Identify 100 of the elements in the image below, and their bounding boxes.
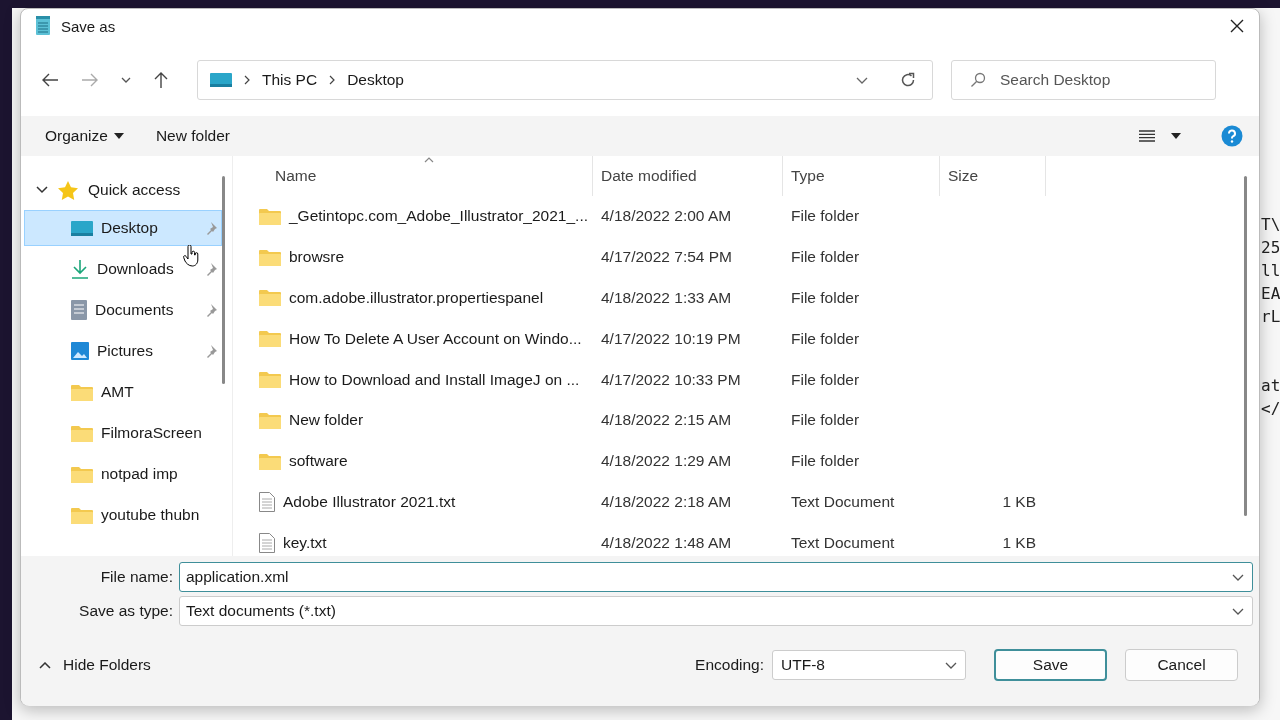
date-cell: 4/18/2022 2:18 AM [601, 492, 732, 510]
type-cell: File folder [791, 207, 860, 225]
sidebar-item[interactable]: AMT [24, 374, 222, 410]
type-cell: File folder [791, 370, 860, 388]
folder-icon [259, 330, 281, 348]
folder-icon [259, 289, 281, 307]
refresh-icon[interactable] [900, 72, 916, 88]
desktop-icon [71, 220, 93, 236]
view-list-icon[interactable] [1139, 130, 1155, 142]
file-name[interactable]: New folder [289, 411, 364, 430]
file-name-field[interactable]: application.xml [179, 562, 1253, 592]
date-cell: 4/18/2022 2:15 AM [601, 411, 732, 429]
folder-icon [71, 424, 93, 442]
download-icon [71, 259, 89, 279]
chevron-down-icon[interactable] [121, 77, 131, 83]
address-bar[interactable]: This PC Desktop [197, 60, 933, 100]
file-name[interactable]: com.adobe.illustrator.propertiespanel [289, 289, 544, 307]
file-name[interactable]: browsre [289, 248, 345, 267]
column-header[interactable]: Date modified [593, 156, 783, 196]
encoding-label: Encoding: [695, 656, 764, 674]
organize-button[interactable]: Organize [35, 123, 134, 149]
computer-icon [210, 73, 232, 87]
chevron-down-icon[interactable] [1232, 573, 1244, 581]
file-name[interactable]: _Getintopc.com_Adobe_Illustrator_2021_... [289, 207, 588, 226]
sidebar-item[interactable]: youtube thubn [24, 497, 222, 533]
size-cell: 1 KB [1002, 533, 1036, 551]
file-name-label: File name: [99, 568, 174, 586]
size-cell: 1 KB [1002, 492, 1036, 510]
up-arrow-icon[interactable] [153, 71, 169, 89]
code-text: at [1261, 376, 1280, 395]
chevron-right-icon [329, 75, 336, 85]
folder-icon [71, 465, 93, 483]
type-cell: Text Document [791, 533, 895, 551]
sidebar-item[interactable]: notpad imp [24, 456, 222, 492]
date-cell: 4/18/2022 1:48 AM [601, 533, 732, 551]
code-text: rL [1261, 307, 1280, 326]
column-header[interactable]: Type [783, 156, 940, 196]
sidebar-item[interactable]: Pictures [24, 333, 222, 369]
date-cell: 4/17/2022 7:54 PM [601, 248, 732, 266]
hide-folders-button[interactable]: Hide Folders [35, 652, 155, 678]
column-header[interactable]: Size [940, 156, 1046, 196]
type-cell: File folder [791, 289, 860, 306]
folder-icon [259, 371, 281, 389]
folder-icon [71, 383, 93, 401]
new-folder-button[interactable]: New folder [145, 123, 240, 149]
chevron-down-icon[interactable] [1232, 607, 1244, 615]
notepad-icon [35, 16, 51, 36]
save-as-type-dropdown[interactable]: Text documents (*.txt) [179, 596, 1253, 626]
date-cell: 4/17/2022 10:33 PM [601, 370, 741, 388]
type-cell: File folder [791, 452, 860, 470]
chevron-icon[interactable] [36, 186, 48, 194]
breadcrumb-item[interactable]: Desktop [347, 71, 404, 89]
folder-icon [259, 248, 281, 266]
sidebar-item[interactable]: Documents [24, 292, 222, 328]
file-name[interactable]: software [289, 452, 348, 471]
search-field[interactable]: Search Desktop [951, 60, 1216, 100]
type-cell: File folder [791, 329, 860, 347]
caret-icon[interactable] [1171, 133, 1181, 139]
column-header[interactable]: Name [233, 156, 593, 196]
code-text: ll [1261, 261, 1280, 280]
picture-icon [71, 342, 89, 360]
search-icon [970, 72, 986, 88]
file-name[interactable]: Adobe Illustrator 2021.txt [283, 492, 456, 511]
sidebar-item[interactable]: Downloads [24, 251, 222, 287]
type-cell: File folder [791, 248, 860, 266]
back-arrow-icon[interactable] [41, 72, 59, 88]
code-text: </ [1261, 399, 1280, 418]
folder-icon [71, 506, 93, 524]
file-name[interactable]: How To Delete A User Account on Windo... [289, 329, 582, 348]
type-cell: Text Document [791, 492, 895, 510]
save-as-type-label: Save as type: [78, 602, 174, 620]
date-cell: 4/18/2022 1:33 AM [601, 289, 732, 306]
star-icon [58, 180, 78, 200]
chevron-up-icon [39, 661, 51, 669]
date-cell: 4/18/2022 2:00 AM [601, 207, 732, 225]
sidebar-item[interactable]: Desktop [24, 210, 222, 246]
breadcrumb-item[interactable]: This PC [262, 71, 318, 89]
quick-access-label[interactable]: Quick access [88, 181, 181, 199]
save-button[interactable]: Save [994, 649, 1107, 681]
chevron-right-icon [244, 75, 250, 85]
date-cell: 4/17/2022 10:19 PM [601, 329, 741, 347]
folder-icon [259, 207, 281, 225]
date-cell: 4/18/2022 1:29 AM [601, 452, 732, 470]
cancel-button[interactable]: Cancel [1125, 649, 1238, 681]
code-text: 25 [1261, 238, 1280, 257]
folder-icon [259, 411, 281, 429]
encoding-dropdown[interactable]: UTF-8 [772, 650, 966, 680]
help-icon[interactable] [1221, 125, 1243, 147]
caret-icon [113, 133, 124, 139]
sidebar-item[interactable]: FilmoraScreen [24, 415, 222, 451]
folder-icon [259, 452, 281, 470]
close-icon[interactable] [1229, 18, 1245, 34]
hand-cursor-icon [183, 245, 199, 267]
document-icon [71, 300, 87, 320]
code-text: EA [1261, 284, 1280, 303]
file-name[interactable]: key.txt [283, 533, 327, 552]
text-file-icon [259, 532, 275, 553]
file-name[interactable]: How to Download and Install ImageJ on ... [289, 370, 580, 389]
window-title: Save as [61, 17, 116, 35]
chevron-down-icon[interactable] [856, 76, 868, 84]
